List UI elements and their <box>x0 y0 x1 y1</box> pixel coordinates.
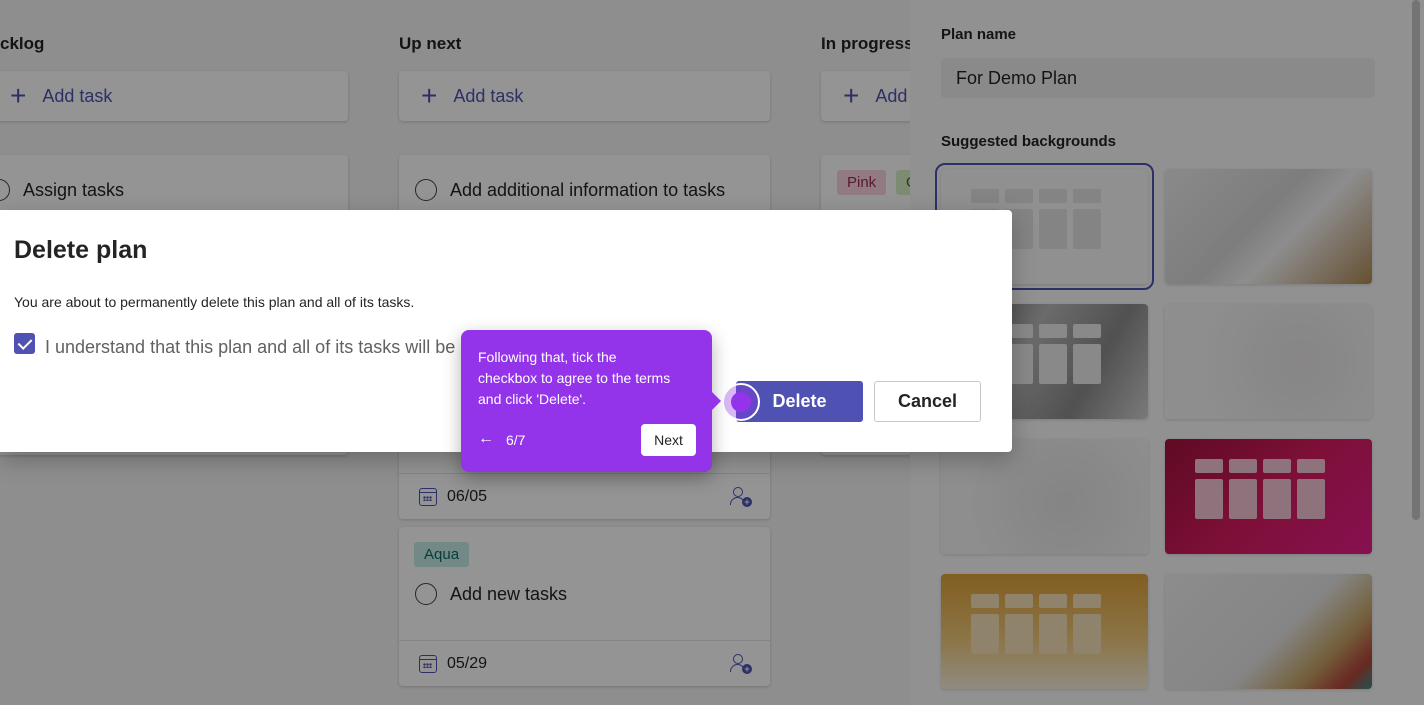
step-counter: 6/7 <box>506 432 526 448</box>
dialog-description: You are about to permanently delete this… <box>14 294 415 310</box>
dialog-title: Delete plan <box>14 236 148 264</box>
hotspot-indicator <box>722 383 760 421</box>
cancel-button[interactable]: Cancel <box>874 381 981 422</box>
next-button[interactable]: Next <box>641 424 696 456</box>
confirm-checkbox[interactable] <box>14 333 35 354</box>
tooltip-text: Following that, tick the checkbox to agr… <box>478 349 671 407</box>
back-arrow-icon[interactable]: ← <box>478 430 494 448</box>
walkthrough-tooltip: Following that, tick the checkbox to agr… <box>461 330 721 472</box>
confirm-checkbox-label[interactable]: I understand that this plan and all of i… <box>45 337 455 358</box>
